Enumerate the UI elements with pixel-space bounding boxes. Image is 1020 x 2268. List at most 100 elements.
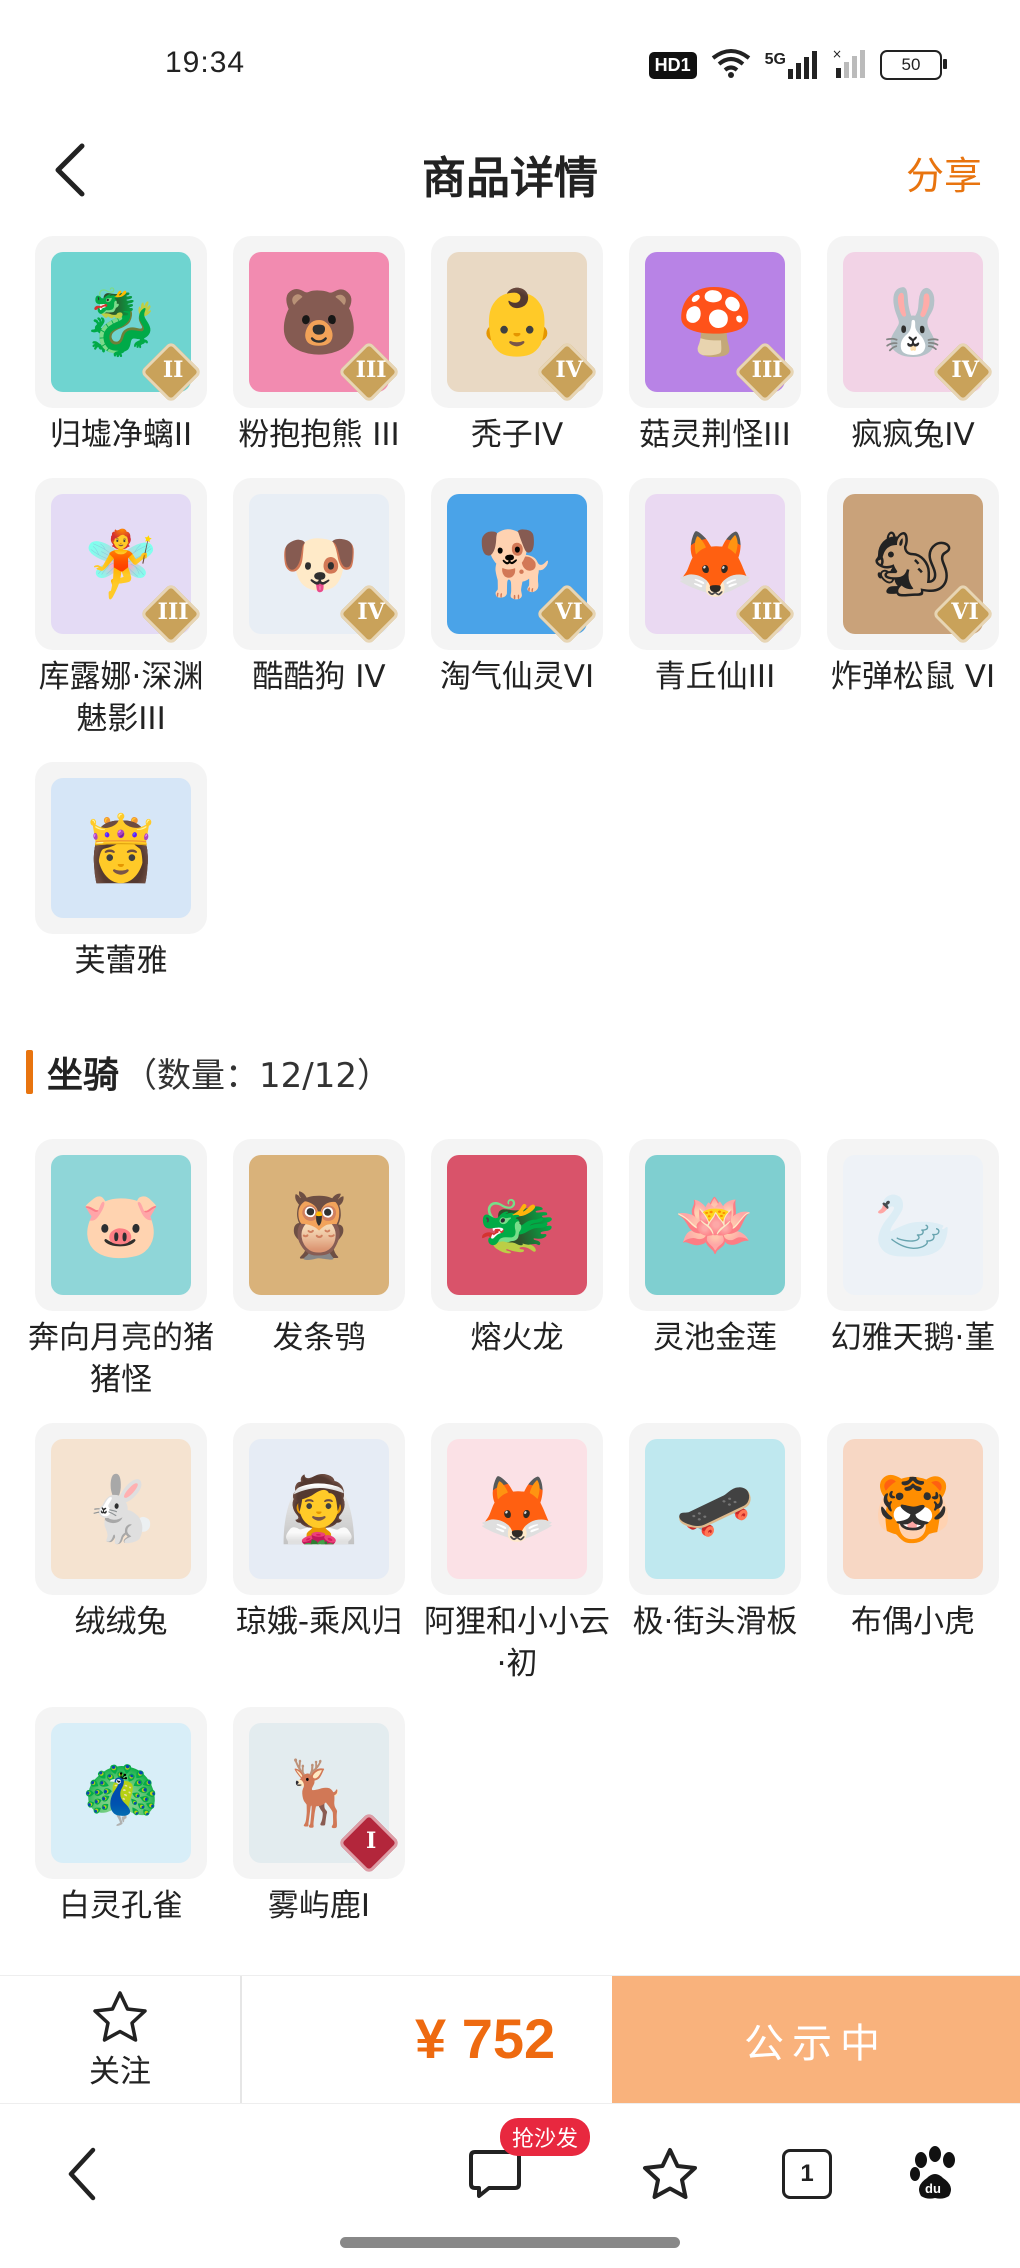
- item-thumbnail: 🐉 II: [35, 236, 207, 408]
- item-name: 淘气仙灵VI: [439, 659, 595, 695]
- item-name: 发条鸮: [272, 1320, 366, 1356]
- status-bar: 19:34 HD1 5G × 50: [0, 0, 1020, 120]
- follow-button[interactable]: 关注: [0, 1976, 242, 2104]
- favorite-button[interactable]: [630, 2134, 710, 2214]
- item-art-icon: 🐷: [51, 1155, 191, 1295]
- item-thumbnail: 🐲: [431, 1139, 603, 1311]
- item-art-icon: 🐲: [447, 1155, 587, 1295]
- item-thumbnail: 🛹: [629, 1423, 801, 1595]
- pets-grid: 🐉 II 归墟净螭II 🐻 III 粉抱抱熊 III 👶 IV 秃子IV 🍄 III 菇灵荆怪III 🐰…: [26, 236, 999, 982]
- item-card[interactable]: 🐷 奔向月亮的猪猪怪: [26, 1139, 216, 1401]
- item-thumbnail: 🐷: [35, 1139, 207, 1311]
- item-card[interactable]: 🐇 绒绒兔: [26, 1423, 216, 1685]
- item-name: 归墟净螭II: [49, 417, 193, 453]
- mounts-grid: 🐷 奔向月亮的猪猪怪 🦉 发条鸮 🐲 熔火龙 🪷 灵池金莲 🦢 幻雅天鹅·堇 🐇 绒绒兔 👰 琼娥-乘风归…: [26, 1139, 999, 1927]
- item-art-icon: 🛹: [645, 1439, 785, 1579]
- item-name: 奔向月亮的猪猪怪: [28, 1320, 214, 1398]
- item-card[interactable]: 🐕 VI 淘气仙灵VI: [422, 478, 612, 740]
- action-bar: 关注 ¥ 752 公示中: [0, 1975, 1020, 2104]
- section-count: （数量：12/12）: [123, 1055, 391, 1096]
- item-thumbnail: 🦊 III: [629, 478, 801, 650]
- item-card[interactable]: 🐰 IV 疯疯兔IV: [818, 236, 1008, 456]
- item-card[interactable]: 🦢 幻雅天鹅·堇: [818, 1139, 1008, 1401]
- status-time: 19:34: [165, 46, 246, 79]
- item-name: 芙蕾雅: [74, 943, 168, 979]
- svg-text:×: ×: [832, 48, 842, 61]
- item-name: 酷酷狗 IV: [252, 659, 386, 695]
- mounts-section-heading: 坐骑 （数量：12/12）: [26, 1048, 391, 1096]
- item-card[interactable]: 🐯 布偶小虎: [818, 1423, 1008, 1685]
- baidu-paw-icon: du: [910, 2146, 955, 2199]
- public-notice-button[interactable]: 公示中: [612, 1976, 1020, 2104]
- item-thumbnail: 🐇: [35, 1423, 207, 1595]
- item-name: 雾屿鹿I: [267, 1888, 371, 1924]
- section-title: 坐骑: [47, 1055, 120, 1096]
- star-outline-icon: [93, 1990, 147, 2042]
- item-thumbnail: 🐿 VI: [827, 478, 999, 650]
- item-art-icon: 🐇: [51, 1439, 191, 1579]
- item-thumbnail: 🍄 III: [629, 236, 801, 408]
- browser-back-button[interactable]: [42, 2134, 122, 2214]
- hd-icon: HD1: [648, 51, 697, 79]
- item-name: 库露娜·深渊魅影III: [38, 659, 204, 737]
- item-thumbnail: 🦚: [35, 1707, 207, 1879]
- item-card[interactable]: 🧚 III 库露娜·深渊魅影III: [26, 478, 216, 740]
- item-thumbnail: 👶 IV: [431, 236, 603, 408]
- item-card[interactable]: 🐻 III 粉抱抱熊 III: [224, 236, 414, 456]
- hot-comment-badge: 抢沙发: [500, 2118, 591, 2156]
- follow-label: 关注: [89, 2053, 151, 2090]
- status-icons: HD1 5G × 50: [648, 47, 947, 82]
- item-card[interactable]: 🍄 III 菇灵荆怪III: [620, 236, 810, 456]
- item-card[interactable]: 🦉 发条鸮: [224, 1139, 414, 1401]
- browser-nav-bar: 抢沙发 1 du: [0, 2103, 1020, 2268]
- item-card[interactable]: 👶 IV 秃子IV: [422, 236, 612, 456]
- item-card[interactable]: 👰 琼娥-乘风归: [224, 1423, 414, 1685]
- share-button[interactable]: 分享: [906, 145, 982, 200]
- item-thumbnail: 🦊: [431, 1423, 603, 1595]
- chevron-left-icon: [68, 2147, 96, 2201]
- item-card[interactable]: 🦌 I 雾屿鹿I: [224, 1707, 414, 1927]
- item-card[interactable]: 🦊 III 青丘仙III: [620, 478, 810, 740]
- battery-icon: 50: [880, 50, 947, 80]
- item-card[interactable]: 🪷 灵池金莲: [620, 1139, 810, 1401]
- item-art-icon: 👸: [51, 778, 191, 918]
- item-art-icon: 🦊: [447, 1439, 587, 1579]
- item-card[interactable]: 🦊 阿狸和小小云·初: [422, 1423, 612, 1685]
- item-card[interactable]: 🐶 IV 酷酷狗 IV: [224, 478, 414, 740]
- item-name: 阿狸和小小云·初: [424, 1604, 610, 1682]
- item-thumbnail: 🐶 IV: [233, 478, 405, 650]
- item-thumbnail: 🐻 III: [233, 236, 405, 408]
- star-outline-icon: [643, 2148, 697, 2199]
- item-name: 秃子IV: [470, 417, 564, 453]
- item-thumbnail: 🦉: [233, 1139, 405, 1311]
- item-card[interactable]: 🐉 II 归墟净螭II: [26, 236, 216, 456]
- item-thumbnail: 🪷: [629, 1139, 801, 1311]
- item-name: 熔火龙: [470, 1320, 564, 1356]
- item-thumbnail: 🦢: [827, 1139, 999, 1311]
- baidu-home-button[interactable]: du: [895, 2134, 975, 2214]
- tabs-count-icon: 1: [782, 2149, 832, 2199]
- page-header: 商品详情 分享: [0, 120, 1020, 220]
- item-art-icon: 🦚: [51, 1723, 191, 1863]
- signal-weak-icon: ×: [832, 47, 866, 82]
- item-name: 青丘仙III: [654, 659, 776, 695]
- item-art-icon: 🪷: [645, 1155, 785, 1295]
- item-art-icon: 🦉: [249, 1155, 389, 1295]
- item-thumbnail: 🐯: [827, 1423, 999, 1595]
- home-indicator[interactable]: [340, 2237, 680, 2248]
- item-name: 极·街头滑板: [632, 1604, 798, 1640]
- svg-text:du: du: [925, 2181, 941, 2196]
- item-thumbnail: 👸: [35, 762, 207, 934]
- item-card[interactable]: 🦚 白灵孔雀: [26, 1707, 216, 1927]
- wifi-icon: [711, 48, 751, 82]
- item-card[interactable]: 👸 芙蕾雅: [26, 762, 216, 982]
- page-title: 商品详情: [422, 153, 598, 204]
- tabs-button[interactable]: 1: [767, 2134, 847, 2214]
- item-card[interactable]: 🛹 极·街头滑板: [620, 1423, 810, 1685]
- item-card[interactable]: 🐲 熔火龙: [422, 1139, 612, 1401]
- item-thumbnail: 🐰 IV: [827, 236, 999, 408]
- item-card[interactable]: 🐿 VI 炸弹松鼠 VI: [818, 478, 1008, 740]
- item-name: 布偶小虎: [851, 1604, 975, 1640]
- section-accent-bar: [26, 1050, 33, 1094]
- signal-5g-icon: 5G: [765, 51, 818, 79]
